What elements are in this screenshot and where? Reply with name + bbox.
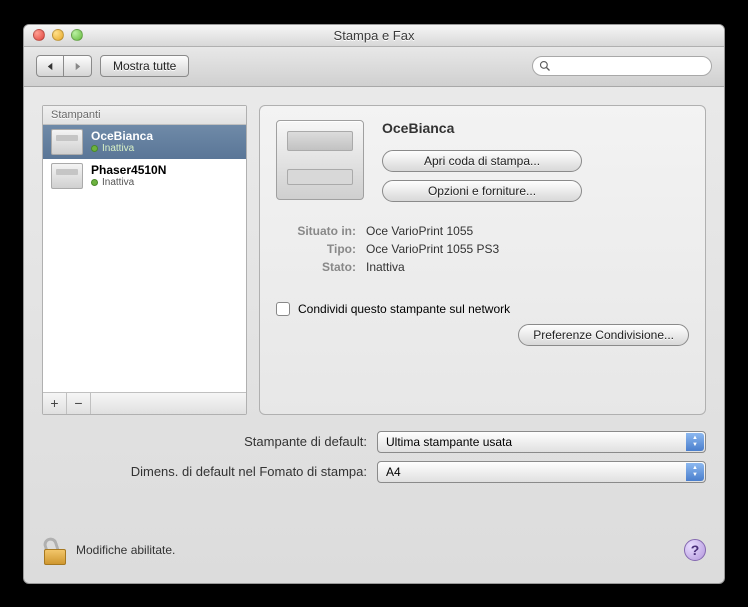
share-checkbox[interactable] — [276, 302, 290, 316]
paper-size-select[interactable]: A4 — [377, 461, 706, 483]
minimize-icon[interactable] — [52, 29, 64, 41]
top-row: Stampanti OceBianca Inattiva — [42, 105, 706, 415]
zoom-icon[interactable] — [71, 29, 83, 41]
printer-icon — [51, 163, 83, 189]
forward-button[interactable] — [64, 55, 92, 77]
printer-list-panel: Stampanti OceBianca Inattiva — [42, 105, 247, 415]
titlebar: Stampa e Fax — [24, 25, 724, 47]
printer-list[interactable]: OceBianca Inattiva Phaser4510N — [43, 125, 246, 392]
footer: Modifiche abilitate. ? — [42, 523, 706, 565]
default-printer-select[interactable]: Ultima stampante usata — [377, 431, 706, 453]
forward-arrow-icon — [73, 62, 82, 71]
printer-item-phaser[interactable]: Phaser4510N Inattiva — [43, 159, 246, 193]
paper-size-label: Dimens. di default nel Fomato di stampa: — [42, 464, 367, 479]
search-input[interactable] — [555, 60, 705, 72]
printer-status: Inattiva — [91, 177, 166, 188]
add-remove-bar: + − — [43, 392, 246, 414]
open-queue-button[interactable]: Apri coda di stampa... — [382, 150, 582, 172]
default-printer-value: Ultima stampante usata — [386, 435, 512, 449]
close-icon[interactable] — [33, 29, 45, 41]
search-icon — [539, 60, 551, 72]
location-label: Situato in: — [276, 224, 356, 238]
back-button[interactable] — [36, 55, 64, 77]
info-grid: Situato in: Oce VarioPrint 1055 Tipo: Oc… — [276, 224, 689, 274]
help-button[interactable]: ? — [684, 539, 706, 561]
back-arrow-icon — [46, 62, 55, 71]
printer-large-icon — [276, 120, 364, 200]
status-label: Stato: — [276, 260, 356, 274]
default-printer-label: Stampante di default: — [42, 434, 367, 449]
share-row: Condividi questo stampante sul network — [276, 302, 689, 316]
status-dot-icon — [91, 179, 98, 186]
printer-title: OceBianca — [382, 120, 689, 136]
status-dot-icon — [91, 145, 98, 152]
printer-list-header: Stampanti — [43, 106, 246, 125]
lock-text: Modifiche abilitate. — [76, 543, 175, 557]
options-supplies-button[interactable]: Opzioni e forniture... — [382, 180, 582, 202]
lock-icon[interactable] — [42, 535, 68, 565]
share-label: Condividi questo stampante sul network — [298, 302, 510, 316]
dropdowns-area: Stampante di default: Ultima stampante u… — [42, 431, 706, 491]
status-value: Inattiva — [366, 260, 689, 274]
window-title: Stampa e Fax — [24, 28, 724, 43]
default-printer-row: Stampante di default: Ultima stampante u… — [42, 431, 706, 453]
show-all-button[interactable]: Mostra tutte — [100, 55, 189, 77]
printer-name: OceBianca — [91, 129, 153, 143]
search-field[interactable] — [532, 56, 712, 76]
nav-segmented — [36, 55, 92, 77]
printer-status-text: Inattiva — [102, 143, 134, 154]
printer-name: Phaser4510N — [91, 163, 166, 177]
printer-detail-panel: OceBianca Apri coda di stampa... Opzioni… — [259, 105, 706, 415]
window-controls — [24, 29, 83, 41]
remove-printer-button[interactable]: − — [67, 393, 91, 414]
printer-status: Inattiva — [91, 143, 153, 154]
kind-value: Oce VarioPrint 1055 PS3 — [366, 242, 689, 256]
location-value: Oce VarioPrint 1055 — [366, 224, 689, 238]
sharing-prefs-button[interactable]: Preferenze Condivisione... — [518, 324, 689, 346]
dropdown-arrows-icon — [686, 463, 704, 481]
dropdown-arrows-icon — [686, 433, 704, 451]
paper-size-value: A4 — [386, 465, 401, 479]
kind-label: Tipo: — [276, 242, 356, 256]
content-area: Stampanti OceBianca Inattiva — [24, 87, 724, 583]
preferences-window: Stampa e Fax Mostra tutte Stampanti — [23, 24, 725, 584]
toolbar: Mostra tutte — [24, 47, 724, 87]
printer-status-text: Inattiva — [102, 177, 134, 188]
add-printer-button[interactable]: + — [43, 393, 67, 414]
printer-item-ocebianca[interactable]: OceBianca Inattiva — [43, 125, 246, 159]
printer-icon — [51, 129, 83, 155]
paper-size-row: Dimens. di default nel Fomato di stampa:… — [42, 461, 706, 483]
